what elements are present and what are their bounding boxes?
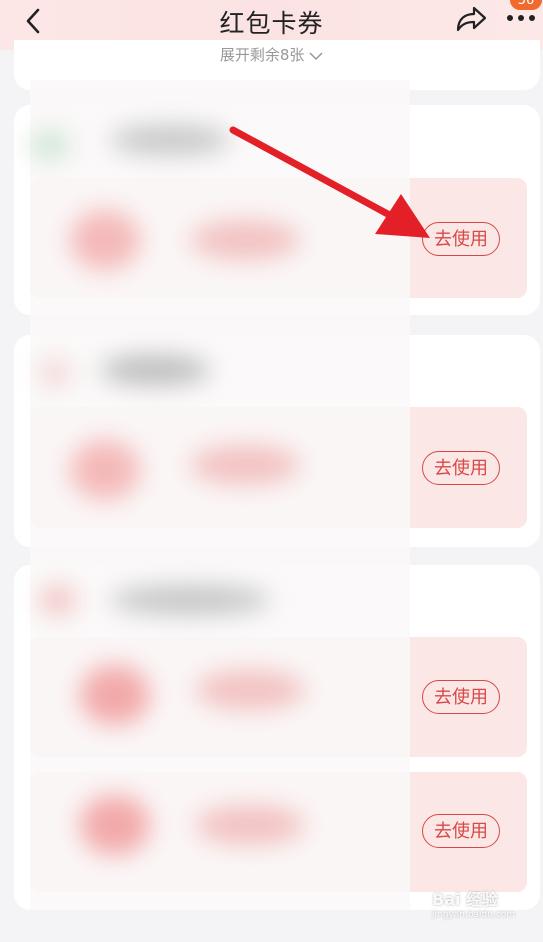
annotation-arrow-icon <box>229 126 430 238</box>
use-coupon-button[interactable]: 去使用 <box>422 814 500 848</box>
watermark-logo: Bai 经验 jingyan.baidu.com <box>432 886 542 922</box>
blurred-coupon-amount <box>70 440 140 500</box>
watermark-subtext: jingyan.baidu.com <box>432 910 516 920</box>
blurred-coupon-amount <box>70 210 140 270</box>
share-icon[interactable] <box>452 4 488 34</box>
use-coupon-button[interactable]: 去使用 <box>422 451 500 485</box>
notification-badge: 56 <box>510 0 542 10</box>
blurred-coupon-text <box>195 805 305 845</box>
blurred-coupon-amount <box>80 795 150 855</box>
blurred-shop-icon <box>40 360 70 386</box>
expand-remaining-link[interactable]: 展开剩余8张 <box>0 44 543 65</box>
blurred-coupon-text <box>195 670 305 710</box>
expand-label: 展开剩余8张 <box>219 46 305 64</box>
blurred-shop-name <box>110 125 230 155</box>
watermark-text: Bai 经验 <box>432 890 499 909</box>
blurred-shop-name <box>100 355 210 385</box>
blurred-coupon-text <box>190 445 300 485</box>
blurred-coupon-amount <box>80 665 150 725</box>
blurred-shop-name <box>110 585 270 615</box>
blurred-shop-icon <box>40 585 76 615</box>
more-options-icon[interactable] <box>506 14 538 22</box>
use-coupon-button[interactable]: 去使用 <box>422 680 500 714</box>
blurred-shop-icon <box>30 130 70 160</box>
chevron-down-icon <box>309 51 323 60</box>
